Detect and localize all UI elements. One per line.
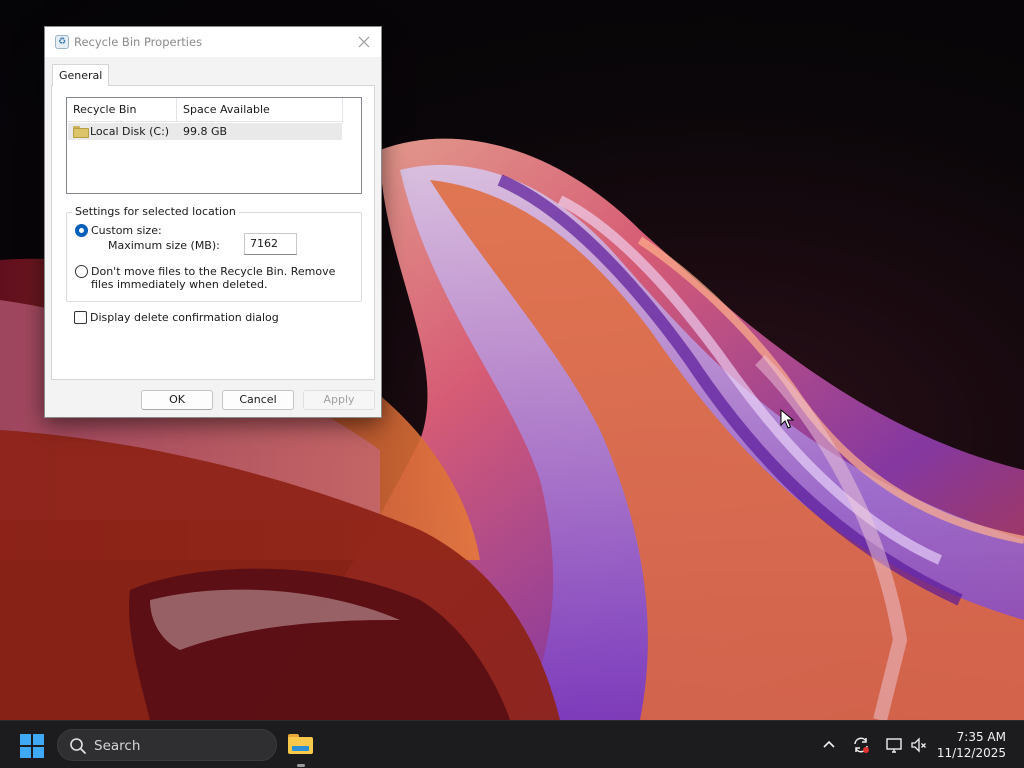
space-cell: 99.8 GB <box>183 125 228 138</box>
display-icon[interactable] <box>884 735 904 755</box>
list-header: Recycle Bin Location Space Available <box>67 98 343 140</box>
no-move-label[interactable]: Don't move files to the Recycle Bin. Rem… <box>91 265 353 291</box>
search-icon <box>70 738 86 754</box>
recycle-bin-icon: ♻ <box>55 35 69 49</box>
settings-group: Settings for selected location Custom si… <box>66 205 362 302</box>
chevron-up-icon[interactable] <box>819 735 839 755</box>
location-cell: Local Disk (C:) <box>90 125 170 138</box>
close-icon <box>358 36 370 48</box>
tab-general[interactable]: General <box>52 64 110 86</box>
delete-confirmation-label[interactable]: Display delete confirmation dialog <box>90 311 279 324</box>
clock-date: 11/12/2025 <box>936 746 1006 760</box>
recycle-bin-properties-dialog: ♻ Recycle Bin Properties General Recycle… <box>44 26 382 418</box>
general-tab-panel: Recycle Bin Location Space Available Loc… <box>51 85 375 380</box>
running-indicator <box>297 764 305 767</box>
dialog-titlebar[interactable]: ♻ Recycle Bin Properties <box>45 27 381 57</box>
dialog-title: Recycle Bin Properties <box>74 35 203 49</box>
taskbar-clock[interactable]: 7:35 AM 11/12/2025 <box>937 729 1006 761</box>
taskbar: Search 7:35 AM 11/12/2025 <box>0 720 1024 768</box>
folder-icon <box>73 126 89 138</box>
cancel-button[interactable]: Cancel <box>222 390 294 410</box>
location-list[interactable]: Recycle Bin Location Space Available Loc… <box>66 97 362 194</box>
custom-size-label[interactable]: Custom size: <box>91 224 162 237</box>
custom-size-radio[interactable] <box>75 224 88 237</box>
max-size-label: Maximum size (MB): <box>108 239 220 252</box>
clock-time: 7:35 AM <box>956 730 1006 744</box>
start-button[interactable] <box>20 734 44 758</box>
taskbar-search[interactable]: Search <box>57 729 277 761</box>
apply-button[interactable]: Apply <box>303 390 375 410</box>
delete-confirmation-checkbox[interactable] <box>74 311 87 324</box>
list-item-local-disk[interactable]: Local Disk (C:) 99.8 GB <box>68 123 342 140</box>
column-header-space[interactable]: Space Available <box>177 98 343 122</box>
search-placeholder: Search <box>94 738 141 754</box>
volume-muted-icon[interactable] <box>909 735 929 755</box>
file-explorer-icon[interactable] <box>287 732 315 758</box>
column-header-location[interactable]: Recycle Bin Location <box>67 98 177 140</box>
max-size-input[interactable]: 7162 <box>244 233 297 255</box>
settings-legend: Settings for selected location <box>72 205 239 219</box>
ok-button[interactable]: OK <box>141 390 213 410</box>
sync-icon[interactable] <box>851 735 871 755</box>
close-button[interactable] <box>353 31 375 53</box>
mouse-cursor-icon <box>780 409 794 429</box>
no-move-radio[interactable] <box>75 265 88 278</box>
